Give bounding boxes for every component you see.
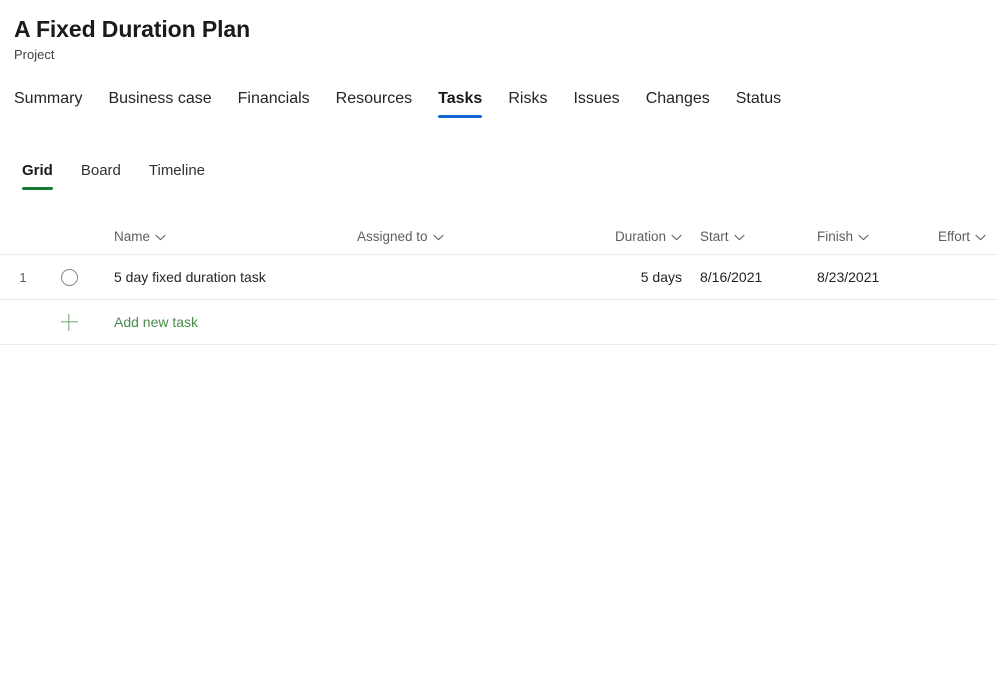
cell-finish[interactable]: 8/23/2021: [814, 269, 934, 285]
add-new-task-label-wrap[interactable]: Add new task: [92, 314, 356, 330]
task-grid: Name Assigned to Duration: [0, 219, 998, 345]
circle-icon[interactable]: [61, 269, 78, 286]
cell-duration[interactable]: 5 days: [560, 269, 694, 285]
tab-financials[interactable]: Financials: [238, 88, 310, 118]
cell-start[interactable]: 8/16/2021: [694, 269, 814, 285]
column-header-duration[interactable]: Duration: [560, 229, 694, 244]
plus-icon[interactable]: [61, 314, 78, 331]
tab-issues[interactable]: Issues: [573, 88, 619, 118]
tab-resources[interactable]: Resources: [336, 88, 412, 118]
row-complete-toggle[interactable]: [46, 269, 92, 286]
column-header-assigned-to-label: Assigned to: [357, 229, 428, 244]
cell-name[interactable]: 5 day fixed duration task: [92, 269, 356, 285]
tab-risks[interactable]: Risks: [508, 88, 547, 118]
tab-status[interactable]: Status: [736, 88, 781, 118]
chevron-down-icon: [858, 232, 869, 243]
tab-timeline[interactable]: Timeline: [149, 161, 205, 190]
column-header-finish[interactable]: Finish: [814, 229, 934, 244]
tab-summary[interactable]: Summary: [14, 88, 82, 118]
tab-tasks[interactable]: Tasks: [438, 88, 482, 118]
column-header-start[interactable]: Start: [694, 229, 814, 244]
page-title: A Fixed Duration Plan: [14, 14, 998, 44]
column-header-effort[interactable]: Effort: [934, 229, 998, 244]
view-tab-bar: Grid Board Timeline: [0, 160, 998, 190]
tab-grid[interactable]: Grid: [22, 161, 53, 190]
column-header-duration-label: Duration: [615, 229, 666, 244]
chevron-down-icon: [671, 232, 682, 243]
main-tab-bar: Summary Business case Financials Resourc…: [0, 84, 998, 118]
column-header-effort-label: Effort: [938, 229, 970, 244]
chevron-down-icon: [433, 232, 444, 243]
column-header-assigned-to[interactable]: Assigned to: [356, 229, 560, 244]
column-header-finish-label: Finish: [817, 229, 853, 244]
tab-board[interactable]: Board: [81, 161, 121, 190]
add-new-task-row[interactable]: Add new task: [0, 300, 998, 345]
tab-changes[interactable]: Changes: [646, 88, 710, 118]
column-header-name[interactable]: Name: [92, 229, 356, 244]
chevron-down-icon: [155, 232, 166, 243]
table-row[interactable]: 1 5 day fixed duration task 5 days 8/16/…: [0, 255, 998, 300]
tasks-grid-page: A Fixed Duration Plan Project Summary Bu…: [0, 0, 998, 675]
chevron-down-icon: [734, 232, 745, 243]
column-header-start-label: Start: [700, 229, 729, 244]
tab-business-case[interactable]: Business case: [108, 88, 211, 118]
grid-header-row: Name Assigned to Duration: [0, 219, 998, 255]
page-subtitle: Project: [14, 46, 998, 64]
add-new-task-label[interactable]: Add new task: [114, 314, 198, 330]
column-header-name-label: Name: [114, 229, 150, 244]
chevron-down-icon: [975, 232, 986, 243]
row-index: 1: [0, 270, 46, 285]
page-header: A Fixed Duration Plan Project: [0, 0, 998, 64]
add-new-task-button[interactable]: [46, 314, 92, 331]
